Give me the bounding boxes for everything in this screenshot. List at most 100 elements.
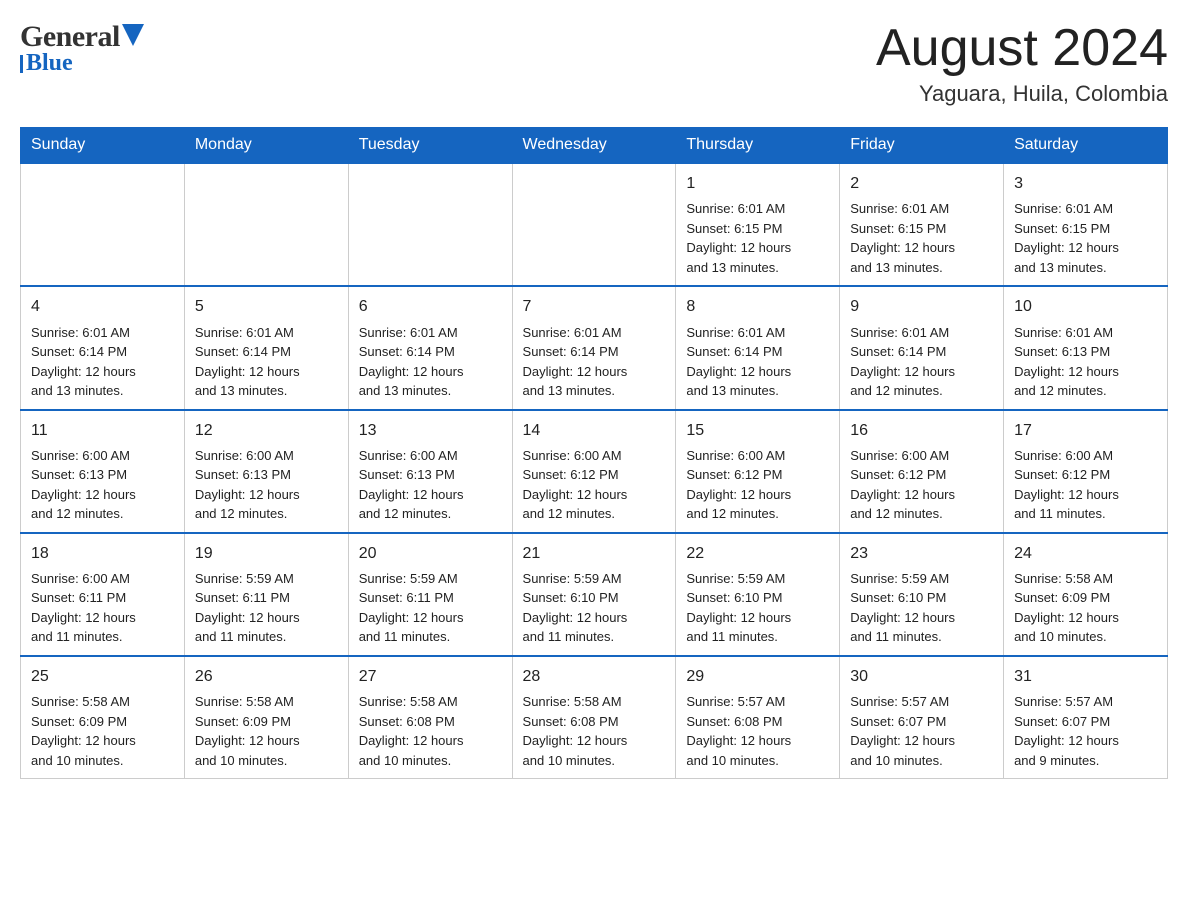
day-info: Sunrise: 6:00 AMSunset: 6:13 PMDaylight:… (359, 446, 502, 524)
calendar-header-sunday: Sunday (21, 128, 185, 164)
day-info: Sunrise: 6:00 AMSunset: 6:12 PMDaylight:… (523, 446, 666, 524)
day-number: 1 (686, 172, 829, 195)
calendar-cell: 24Sunrise: 5:58 AMSunset: 6:09 PMDayligh… (1004, 533, 1168, 656)
day-number: 12 (195, 419, 338, 442)
day-info: Sunrise: 5:59 AMSunset: 6:11 PMDaylight:… (195, 569, 338, 647)
calendar-cell: 23 Sunrise: 5:59 AMSunset: 6:10 PMDayligh… (840, 533, 1004, 656)
day-number: 28 (523, 665, 666, 688)
day-info: Sunrise: 6:00 AMSunset: 6:13 PMDaylight:… (31, 446, 174, 524)
calendar-cell: 2 Sunrise: 6:01 AMSunset: 6:15 PMDaylight… (840, 163, 1004, 286)
calendar-header-tuesday: Tuesday (348, 128, 512, 164)
calendar-cell: 9 Sunrise: 6:01 AMSunset: 6:14 PMDaylight… (840, 286, 1004, 409)
calendar-cell: 15Sunrise: 6:00 AMSunset: 6:12 PMDayligh… (676, 410, 840, 533)
day-info: Sunrise: 5:58 AMSunset: 6:09 PMDaylight:… (1014, 569, 1157, 647)
day-info: Sunrise: 6:01 AMSunset: 6:14 PMDaylight:… (686, 323, 829, 401)
week-row-1: 1 Sunrise: 6:01 AMSunset: 6:15 PMDaylight… (21, 163, 1168, 286)
day-info: Sunrise: 6:01 AMSunset: 6:14 PMDaylight:… (31, 323, 174, 401)
day-number: 6 (359, 295, 502, 318)
day-number: 15 (686, 419, 829, 442)
calendar-cell: 11Sunrise: 6:00 AMSunset: 6:13 PMDayligh… (21, 410, 185, 533)
calendar-cell: 27Sunrise: 5:58 AMSunset: 6:08 PMDayligh… (348, 656, 512, 779)
day-number: 25 (31, 665, 174, 688)
day-number: 16 (850, 419, 993, 442)
day-info: Sunrise: 5:59 AMSunset: 6:10 PMDaylight:… (686, 569, 829, 647)
day-info: Sunrise: 6:01 AMSunset: 6:14 PMDaylight:… (195, 323, 338, 401)
calendar-cell: 1 Sunrise: 6:01 AMSunset: 6:15 PMDaylight… (676, 163, 840, 286)
day-number: 26 (195, 665, 338, 688)
calendar-header-friday: Friday (840, 128, 1004, 164)
week-row-4: 18Sunrise: 6:00 AMSunset: 6:11 PMDayligh… (21, 533, 1168, 656)
calendar-cell: 28 Sunrise: 5:58 AMSunset: 6:08 PMDayligh… (512, 656, 676, 779)
day-info: Sunrise: 6:01 AMSunset: 6:14 PMDaylight:… (850, 323, 993, 401)
calendar-cell: 19Sunrise: 5:59 AMSunset: 6:11 PMDayligh… (184, 533, 348, 656)
calendar-cell: 20 Sunrise: 5:59 AMSunset: 6:11 PMDayligh… (348, 533, 512, 656)
logo-triangle-icon (122, 24, 144, 46)
calendar-cell: 3 Sunrise: 6:01 AMSunset: 6:15 PMDaylight… (1004, 163, 1168, 286)
day-info: Sunrise: 5:58 AMSunset: 6:08 PMDaylight:… (359, 692, 502, 770)
calendar-cell: 4 Sunrise: 6:01 AMSunset: 6:14 PMDaylight… (21, 286, 185, 409)
calendar-cell (184, 163, 348, 286)
calendar-cell: 22 Sunrise: 5:59 AMSunset: 6:10 PMDayligh… (676, 533, 840, 656)
day-number: 7 (523, 295, 666, 318)
day-number: 9 (850, 295, 993, 318)
calendar-cell (512, 163, 676, 286)
day-number: 21 (523, 542, 666, 565)
calendar-header-wednesday: Wednesday (512, 128, 676, 164)
day-number: 3 (1014, 172, 1157, 195)
location-title: Yaguara, Huila, Colombia (876, 81, 1168, 107)
day-info: Sunrise: 5:58 AMSunset: 6:09 PMDaylight:… (31, 692, 174, 770)
day-info: Sunrise: 6:00 AMSunset: 6:11 PMDaylight:… (31, 569, 174, 647)
calendar-cell: 14 Sunrise: 6:00 AMSunset: 6:12 PMDayligh… (512, 410, 676, 533)
calendar-cell: 25 Sunrise: 5:58 AMSunset: 6:09 PMDayligh… (21, 656, 185, 779)
calendar-header-monday: Monday (184, 128, 348, 164)
day-number: 29 (686, 665, 829, 688)
day-info: Sunrise: 6:01 AMSunset: 6:15 PMDaylight:… (686, 199, 829, 277)
day-info: Sunrise: 5:59 AMSunset: 6:10 PMDaylight:… (523, 569, 666, 647)
day-number: 2 (850, 172, 993, 195)
calendar-cell: 16 Sunrise: 6:00 AMSunset: 6:12 PMDayligh… (840, 410, 1004, 533)
calendar-cell: 7 Sunrise: 6:01 AMSunset: 6:14 PMDaylight… (512, 286, 676, 409)
calendar-cell (21, 163, 185, 286)
calendar-cell: 26 Sunrise: 5:58 AMSunset: 6:09 PMDayligh… (184, 656, 348, 779)
page-header: General Blue August 2024 Yaguara, Huila,… (20, 20, 1168, 107)
day-info: Sunrise: 6:01 AMSunset: 6:15 PMDaylight:… (1014, 199, 1157, 277)
day-info: Sunrise: 6:01 AMSunset: 6:14 PMDaylight:… (523, 323, 666, 401)
title-section: August 2024 Yaguara, Huila, Colombia (876, 20, 1168, 107)
week-row-5: 25 Sunrise: 5:58 AMSunset: 6:09 PMDayligh… (21, 656, 1168, 779)
day-info: Sunrise: 6:00 AMSunset: 6:12 PMDaylight:… (1014, 446, 1157, 524)
day-info: Sunrise: 5:57 AMSunset: 6:07 PMDaylight:… (850, 692, 993, 770)
calendar-cell: 21 Sunrise: 5:59 AMSunset: 6:10 PMDayligh… (512, 533, 676, 656)
day-number: 22 (686, 542, 829, 565)
day-info: Sunrise: 5:59 AMSunset: 6:11 PMDaylight:… (359, 569, 502, 647)
day-info: Sunrise: 5:58 AMSunset: 6:08 PMDaylight:… (523, 692, 666, 770)
day-number: 31 (1014, 665, 1157, 688)
day-info: Sunrise: 5:58 AMSunset: 6:09 PMDaylight:… (195, 692, 338, 770)
calendar-header-row: SundayMondayTuesdayWednesdayThursdayFrid… (21, 128, 1168, 164)
day-info: Sunrise: 5:59 AMSunset: 6:10 PMDaylight:… (850, 569, 993, 647)
day-number: 4 (31, 295, 174, 318)
week-row-3: 11Sunrise: 6:00 AMSunset: 6:13 PMDayligh… (21, 410, 1168, 533)
day-info: Sunrise: 5:57 AMSunset: 6:08 PMDaylight:… (686, 692, 829, 770)
calendar-cell: 30 Sunrise: 5:57 AMSunset: 6:07 PMDayligh… (840, 656, 1004, 779)
day-number: 14 (523, 419, 666, 442)
day-number: 23 (850, 542, 993, 565)
day-number: 20 (359, 542, 502, 565)
calendar-header-thursday: Thursday (676, 128, 840, 164)
calendar-cell: 8Sunrise: 6:01 AMSunset: 6:14 PMDaylight… (676, 286, 840, 409)
day-info: Sunrise: 6:01 AMSunset: 6:13 PMDaylight:… (1014, 323, 1157, 401)
day-info: Sunrise: 6:01 AMSunset: 6:15 PMDaylight:… (850, 199, 993, 277)
calendar-cell: 31 Sunrise: 5:57 AMSunset: 6:07 PMDayligh… (1004, 656, 1168, 779)
calendar-cell (348, 163, 512, 286)
calendar-table: SundayMondayTuesdayWednesdayThursdayFrid… (20, 127, 1168, 779)
day-info: Sunrise: 5:57 AMSunset: 6:07 PMDaylight:… (1014, 692, 1157, 770)
calendar-cell: 17 Sunrise: 6:00 AMSunset: 6:12 PMDayligh… (1004, 410, 1168, 533)
calendar-cell: 10 Sunrise: 6:01 AMSunset: 6:13 PMDayligh… (1004, 286, 1168, 409)
calendar-header-saturday: Saturday (1004, 128, 1168, 164)
day-number: 10 (1014, 295, 1157, 318)
day-number: 5 (195, 295, 338, 318)
calendar-cell: 5 Sunrise: 6:01 AMSunset: 6:14 PMDaylight… (184, 286, 348, 409)
day-number: 30 (850, 665, 993, 688)
day-info: Sunrise: 6:00 AMSunset: 6:12 PMDaylight:… (850, 446, 993, 524)
calendar-cell: 6Sunrise: 6:01 AMSunset: 6:14 PMDaylight… (348, 286, 512, 409)
day-number: 17 (1014, 419, 1157, 442)
